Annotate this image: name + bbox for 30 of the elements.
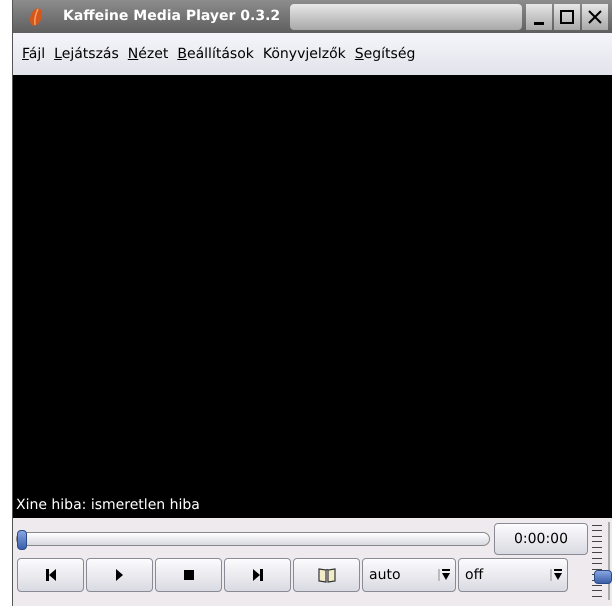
stop-button[interactable] [155,558,222,592]
menu-item[interactable]: Lejátszás [54,44,119,64]
menu-item[interactable]: Nézet [128,44,168,64]
next-button[interactable] [224,558,291,592]
menu-item[interactable]: Könyvjelzők [262,44,346,64]
previous-icon [46,569,56,581]
dropdown-arrow-icon [550,569,563,581]
close-icon [588,10,602,24]
menu-item[interactable]: Segítség [354,44,416,64]
menu-item[interactable]: Beállítások [177,44,254,64]
bookmarks-button[interactable] [293,558,360,592]
maximize-icon [560,10,574,24]
previous-button[interactable] [17,558,84,592]
dropdown[interactable]: auto [362,558,456,592]
dropdown-arrow-icon [438,569,451,581]
close-button[interactable] [582,4,608,30]
minimize-icon [534,22,544,24]
time-display: 0:00:00 [494,523,588,555]
maximize-button[interactable] [554,4,580,30]
app-logo-icon [29,6,43,26]
next-icon [252,569,262,581]
stop-icon [184,570,194,580]
volume-slider[interactable] [590,522,610,600]
error-message: Xine hiba: ismeretlen hiba [16,496,201,515]
window-title: Kaffeine Media Player 0.3.2 [63,7,280,26]
minimize-button[interactable] [526,4,552,30]
menu-item[interactable]: Fájl [22,44,46,64]
dropdown[interactable]: off [458,558,568,592]
book-icon [318,567,336,583]
play-icon [116,569,123,581]
